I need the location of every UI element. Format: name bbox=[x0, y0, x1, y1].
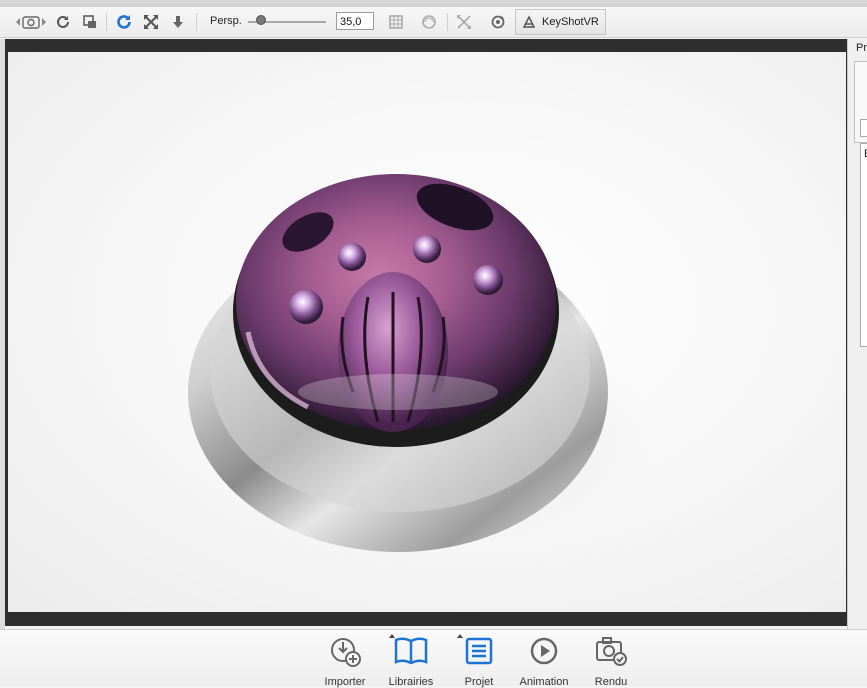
rendered-object-image bbox=[188, 174, 658, 552]
project-label: Projet bbox=[464, 676, 494, 688]
bottom-dock: Importer Librairies Projet Animation Ren… bbox=[0, 629, 867, 688]
move-tool-icon[interactable] bbox=[454, 11, 474, 33]
toolbar-separator bbox=[447, 13, 448, 31]
keyshotvr-button[interactable]: KeyShotVR bbox=[515, 9, 606, 35]
render-button[interactable]: Rendu bbox=[581, 634, 641, 688]
region-render-icon[interactable] bbox=[419, 11, 439, 33]
render-camera-icon bbox=[591, 634, 631, 668]
camera-prev-next-icon[interactable] bbox=[14, 11, 48, 33]
fit-view-icon[interactable] bbox=[141, 11, 161, 33]
play-icon bbox=[524, 634, 564, 668]
import-icon bbox=[325, 634, 365, 668]
properties-panel-title: Pr bbox=[856, 42, 867, 54]
import-button[interactable]: Importer bbox=[315, 634, 375, 688]
perspective-label: Persp. bbox=[210, 15, 242, 27]
drop-down-arrow-icon[interactable] bbox=[168, 11, 188, 33]
import-label: Importer bbox=[324, 676, 366, 688]
toolbar-separator bbox=[196, 13, 197, 31]
sync-icon[interactable] bbox=[488, 11, 508, 33]
refresh-icon[interactable] bbox=[53, 11, 73, 33]
libraries-label: Librairies bbox=[388, 676, 434, 688]
reset-rotate-icon[interactable] bbox=[114, 11, 134, 33]
keyshotvr-icon bbox=[522, 15, 536, 29]
animation-button[interactable]: Animation bbox=[514, 634, 574, 688]
project-indicator bbox=[457, 634, 463, 638]
perspective-slider-handle[interactable] bbox=[256, 15, 266, 25]
libraries-button[interactable]: Librairies bbox=[381, 634, 441, 688]
keyshotvr-label: KeyShotVR bbox=[542, 16, 599, 28]
project-button[interactable]: Projet bbox=[449, 634, 509, 688]
window-top-strip bbox=[0, 0, 867, 7]
properties-panel-field[interactable] bbox=[860, 119, 867, 137]
properties-panel-list[interactable]: E bbox=[860, 143, 867, 347]
libraries-indicator bbox=[389, 634, 395, 638]
render-label: Rendu bbox=[594, 676, 628, 688]
perspective-value-input[interactable] bbox=[336, 12, 374, 30]
grid-icon[interactable] bbox=[386, 11, 406, 33]
lock-camera-icon[interactable] bbox=[80, 11, 100, 33]
animation-label: Animation bbox=[519, 676, 569, 688]
render-viewport[interactable] bbox=[8, 52, 846, 612]
project-list-icon bbox=[459, 634, 499, 668]
book-icon bbox=[391, 634, 431, 668]
toolbar-separator bbox=[106, 13, 107, 31]
properties-panel: Pr E bbox=[847, 39, 867, 629]
